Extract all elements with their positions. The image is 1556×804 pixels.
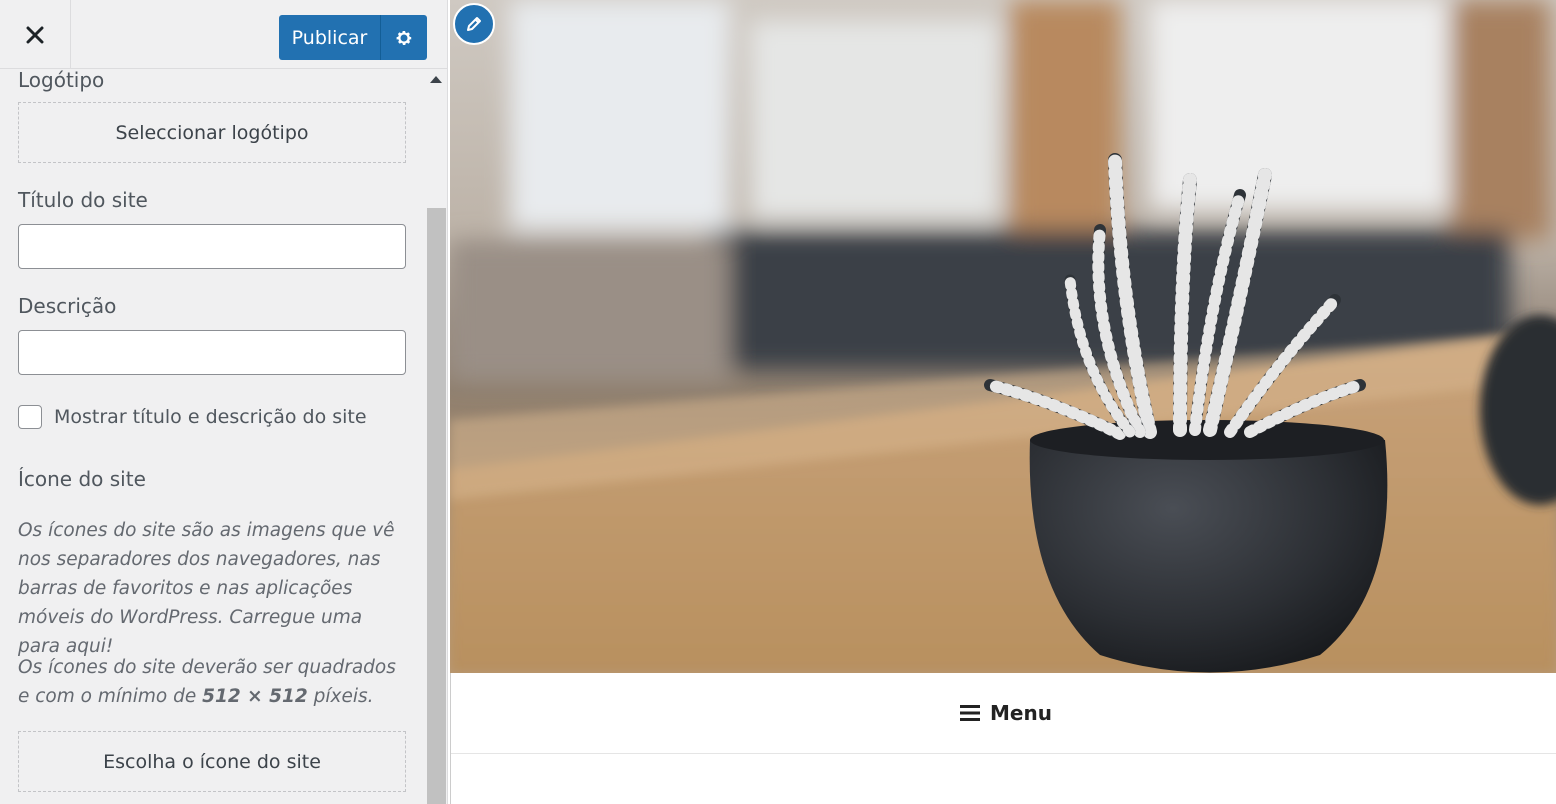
preview-divider xyxy=(450,673,451,804)
size-note-dimensions: 512 × 512 xyxy=(202,686,308,707)
site-icon-label: Ícone do site xyxy=(18,467,146,491)
header-image xyxy=(450,0,1556,673)
site-title-label: Título do site xyxy=(18,188,148,212)
edit-shortcut-button[interactable] xyxy=(453,3,495,45)
hamburger-icon xyxy=(960,705,980,721)
publish-button-group: Publicar xyxy=(279,15,427,60)
customizer-header: Publicar xyxy=(0,0,447,69)
publish-button[interactable]: Publicar xyxy=(279,15,380,60)
choose-site-icon-button[interactable]: Escolha o ícone do site xyxy=(18,731,406,792)
gear-icon xyxy=(396,30,412,45)
logo-label: Logótipo xyxy=(18,68,105,92)
site-icon-size-note: Os ícones do site deverão ser quadrados … xyxy=(18,653,406,711)
display-header-text-label[interactable]: Mostrar título e descrição do site xyxy=(54,406,367,428)
site-preview: Menu xyxy=(450,0,1556,804)
tagline-input[interactable] xyxy=(18,330,406,375)
customizer-sidebar: Publicar Logótipo Seleccionar logótipo T… xyxy=(0,0,448,804)
navigation-bar: Menu xyxy=(450,673,1556,754)
site-icon-description: Os ícones do site são as imagens que vê … xyxy=(18,520,395,657)
close-button[interactable] xyxy=(0,0,71,69)
publish-settings-button[interactable] xyxy=(380,15,427,60)
collapse-arrow-icon[interactable] xyxy=(430,76,442,83)
size-note-suffix: píxeis. xyxy=(307,686,374,707)
header-image-art xyxy=(450,0,1556,673)
site-title-input[interactable] xyxy=(18,224,406,269)
menu-toggle-button[interactable]: Menu xyxy=(960,701,1052,725)
sidebar-scrollbar[interactable] xyxy=(427,208,446,804)
menu-label: Menu xyxy=(990,701,1052,725)
display-header-text-checkbox[interactable] xyxy=(18,405,42,429)
close-icon xyxy=(26,26,44,43)
tagline-label: Descrição xyxy=(18,294,117,318)
pencil-icon xyxy=(467,17,481,31)
select-logo-button[interactable]: Seleccionar logótipo xyxy=(18,102,406,163)
